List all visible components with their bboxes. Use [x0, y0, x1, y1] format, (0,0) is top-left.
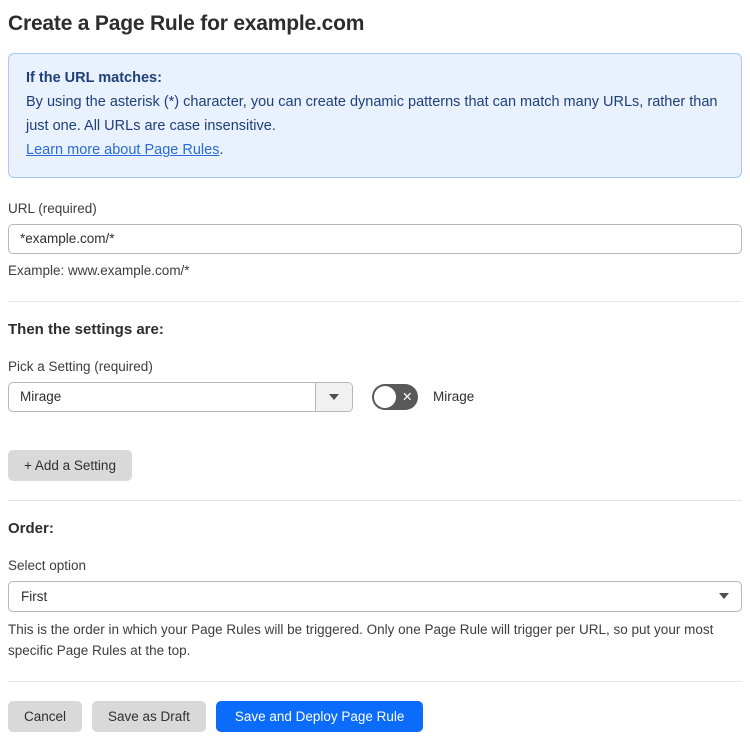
save-deploy-button[interactable]: Save and Deploy Page Rule — [215, 700, 424, 732]
url-match-info-box: If the URL matches: By using the asteris… — [8, 53, 742, 178]
setting-dropdown[interactable]: Mirage — [8, 381, 353, 412]
divider — [8, 300, 742, 302]
save-draft-button[interactable]: Save as Draft — [92, 700, 206, 732]
toggle-knob — [374, 385, 396, 408]
divider — [8, 499, 742, 501]
page-title: Create a Page Rule for example.com — [8, 12, 365, 35]
setting-dropdown-arrow-button[interactable] — [315, 382, 352, 411]
url-field-label: URL (required) — [8, 200, 97, 216]
order-section-heading: Order: — [8, 519, 54, 537]
link-period: . — [219, 142, 224, 159]
toggle-label: Mirage — [433, 389, 475, 405]
pick-setting-label: Pick a Setting (required) — [8, 358, 153, 374]
order-helper-text: This is the order in which your Page Rul… — [8, 621, 714, 658]
cancel-button[interactable]: Cancel — [8, 700, 83, 732]
url-example-helper: Example: www.example.com/* — [8, 262, 190, 278]
order-select-value: First — [21, 588, 48, 604]
chevron-down-icon — [329, 393, 339, 400]
select-option-label: Select option — [8, 557, 87, 573]
chevron-down-icon — [719, 593, 729, 600]
info-box-heading: If the URL matches: — [26, 70, 162, 86]
setting-row: Mirage ✕ Mirage — [8, 381, 742, 412]
settings-section-heading: Then the settings are: — [8, 320, 164, 338]
divider — [8, 680, 742, 682]
info-box-body: By using the asterisk (*) character, you… — [26, 94, 718, 134]
mirage-toggle[interactable]: ✕ — [372, 383, 418, 410]
order-select[interactable]: First — [8, 580, 742, 612]
add-setting-button[interactable]: + Add a Setting — [8, 449, 132, 481]
url-input[interactable] — [8, 223, 742, 254]
footer-actions: Cancel Save as Draft Save and Deploy Pag… — [8, 700, 742, 732]
setting-dropdown-value: Mirage — [20, 389, 62, 405]
learn-more-link[interactable]: Learn more about Page Rules — [26, 142, 219, 158]
x-icon: ✕ — [402, 389, 413, 404]
